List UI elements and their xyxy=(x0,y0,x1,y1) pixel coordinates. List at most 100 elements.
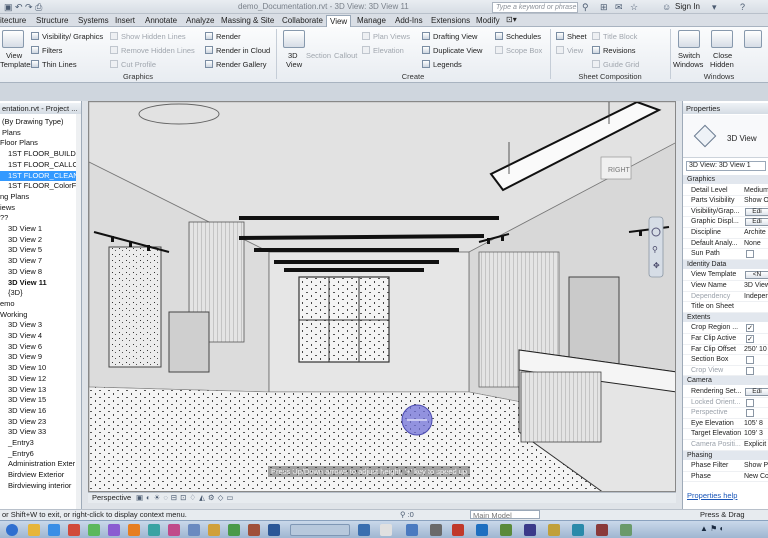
render-gallery-button[interactable]: Render Gallery xyxy=(205,60,266,69)
browser-item[interactable]: 3D View 4 xyxy=(0,331,77,342)
worksets-icon[interactable]: ⚲ :0 xyxy=(400,510,414,520)
taskbar-icon[interactable] xyxy=(620,524,632,536)
taskbar-icon[interactable] xyxy=(572,524,584,536)
drafting-view-button[interactable]: Drafting View xyxy=(422,32,477,41)
taskbar-icon[interactable] xyxy=(88,524,100,536)
property-group[interactable]: Identity Data xyxy=(683,259,768,269)
view-button[interactable]: View xyxy=(556,46,583,55)
browser-item[interactable]: 3D View 13 xyxy=(0,385,77,396)
legends-button[interactable]: Legends xyxy=(422,60,462,69)
sign-in-button[interactable]: Sign In xyxy=(675,2,700,11)
tab-structure[interactable]: Structure xyxy=(36,15,68,27)
3d-view-label-1[interactable]: 3D xyxy=(288,51,298,60)
search-icon[interactable]: ⚲ xyxy=(582,2,589,13)
view-scale-label[interactable]: Perspective xyxy=(92,493,131,503)
instance-selector[interactable]: 3D View: 3D View 1 xyxy=(686,161,766,171)
help-icon[interactable]: ? xyxy=(740,2,745,12)
property-checkbox[interactable] xyxy=(746,409,754,418)
browser-item[interactable]: 1ST FLOOR_CLEAN xyxy=(0,170,79,181)
browser-item[interactable]: 1ST FLOOR_ColorFil xyxy=(0,181,80,192)
browser-item[interactable]: 3D View 7 xyxy=(0,256,77,267)
browser-scrollbar[interactable] xyxy=(76,114,81,509)
3d-viewport[interactable]: RIGHT ⚲ ✥ xyxy=(88,101,676,492)
browser-item[interactable]: ?? xyxy=(0,213,77,224)
switch-windows-icon[interactable] xyxy=(678,30,700,48)
taskbar-icon[interactable] xyxy=(406,524,418,536)
sheet-button[interactable]: Sheet xyxy=(556,32,587,41)
browser-item[interactable]: 3D View 2 xyxy=(0,235,77,246)
browser-item[interactable]: {3D} xyxy=(0,288,77,299)
revit-icon[interactable] xyxy=(476,524,488,536)
taskbar-icon[interactable] xyxy=(596,524,608,536)
property-value[interactable]: New Co xyxy=(744,472,768,483)
browser-item[interactable]: _Entry6 xyxy=(0,449,77,460)
tab-architecture[interactable]: itecture xyxy=(0,15,26,27)
browser-item[interactable]: 3D View 6 xyxy=(0,342,77,353)
browser-item[interactable]: 3D View 11 xyxy=(0,278,77,289)
browser-item[interactable]: 1ST FLOOR_CALLOU xyxy=(0,160,81,171)
property-value[interactable]: Show P xyxy=(744,461,768,472)
browser-item[interactable]: 3D View 1 xyxy=(0,224,77,235)
type-selector[interactable]: 3D View xyxy=(683,115,768,158)
browser-item[interactable]: Working xyxy=(0,310,77,321)
switch-windows-label-1[interactable]: Switch xyxy=(678,51,700,60)
schedules-button[interactable]: Schedules xyxy=(495,32,541,41)
user-icon[interactable]: ☺ xyxy=(662,2,671,12)
taskbar-icon[interactable] xyxy=(48,524,60,536)
taskbar-icon[interactable] xyxy=(380,524,392,536)
taskbar-icon[interactable] xyxy=(68,524,80,536)
browser-item[interactable]: 3D View 15 xyxy=(0,395,77,406)
render-button[interactable]: Render xyxy=(205,32,241,41)
taskbar-icon[interactable] xyxy=(430,524,442,536)
taskbar-icon[interactable] xyxy=(500,524,512,536)
view-templates-label-1[interactable]: View xyxy=(6,51,22,60)
property-checkbox[interactable] xyxy=(746,398,754,407)
tab-manage[interactable]: Manage xyxy=(357,15,386,27)
browser-item[interactable]: (By Drawing Type) xyxy=(0,117,77,128)
taskbar-icon[interactable] xyxy=(188,524,200,536)
property-group[interactable]: Graphics xyxy=(683,175,768,184)
tab-systems[interactable]: Systems xyxy=(78,15,109,27)
browser-item[interactable]: ng Plans xyxy=(0,192,77,203)
browser-item[interactable]: 1ST FLOOR_BUILDIN xyxy=(0,149,81,160)
property-edit-button[interactable]: Edi xyxy=(745,207,768,216)
tab-extensions[interactable]: Extensions xyxy=(431,15,470,27)
property-value[interactable]: 250' 10 xyxy=(744,345,768,356)
start-icon[interactable] xyxy=(6,524,18,536)
browser-item[interactable]: _Entry3 xyxy=(0,438,77,449)
close-hidden-label-2[interactable]: Hidden xyxy=(710,60,734,69)
tab-collaborate[interactable]: Collaborate xyxy=(282,15,323,27)
property-value[interactable]: None xyxy=(744,239,768,250)
close-hidden-label-1[interactable]: Close xyxy=(713,51,732,60)
property-group[interactable]: Phasing xyxy=(683,450,768,460)
word-icon[interactable] xyxy=(268,524,280,536)
browser-item[interactable]: 3D View 23 xyxy=(0,417,77,428)
taskbar-icon[interactable] xyxy=(358,524,370,536)
properties-help-link[interactable]: Properties help xyxy=(687,491,737,500)
tab-view[interactable]: View xyxy=(326,15,352,27)
switch-windows-label-2[interactable]: Windows xyxy=(673,60,703,69)
browser-item[interactable]: 3D View 16 xyxy=(0,406,77,417)
active-model-select[interactable]: Main Model xyxy=(470,510,540,520)
taskbar-icon[interactable] xyxy=(524,524,536,536)
property-value[interactable]: Explicit xyxy=(744,440,768,451)
tab-modify[interactable]: Modify xyxy=(476,15,500,27)
tab-insert[interactable]: Insert xyxy=(115,15,135,27)
3d-view-label-2[interactable]: View xyxy=(286,60,302,69)
browser-item[interactable]: 3D View 5 xyxy=(0,245,77,256)
browser-item[interactable]: 3D View 8 xyxy=(0,267,77,278)
property-edit-button[interactable]: Edi xyxy=(745,388,768,396)
taskbar-icon[interactable] xyxy=(168,524,180,536)
property-value[interactable]: Medium xyxy=(744,186,768,197)
qat-icons[interactable]: ▣ ↶ ↷ ⎙ xyxy=(4,2,42,13)
taskbar-window[interactable] xyxy=(290,524,350,536)
replicate-icon[interactable] xyxy=(744,30,762,48)
favorites-icon[interactable]: ☆ xyxy=(630,2,638,13)
search-input[interactable]: Type a keyword or phrase xyxy=(492,2,578,13)
view-templates-label-2[interactable]: Templates xyxy=(0,60,34,69)
dropdown-icon[interactable]: ▾ xyxy=(712,2,717,13)
taskbar-icon[interactable] xyxy=(228,524,240,536)
filters-button[interactable]: Filters xyxy=(31,46,62,55)
press-drag-toggle[interactable]: Press & Drag xyxy=(700,510,745,520)
property-value[interactable]: Archite xyxy=(744,228,768,239)
